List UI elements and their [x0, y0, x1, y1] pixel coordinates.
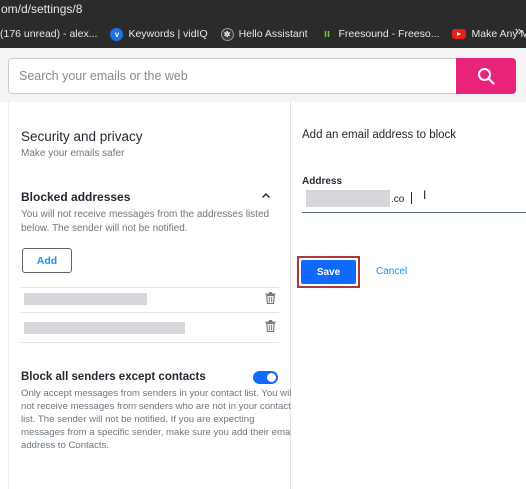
freesound-icon: ıı: [323, 28, 331, 40]
bookmarks-overflow-button[interactable]: »: [515, 23, 522, 38]
address-bar[interactable]: om/d/settings/8: [0, 0, 526, 20]
bookmarks-bar: (176 unread) - alex... v Keywords | vidI…: [0, 20, 526, 48]
chatgpt-icon: ✲: [220, 27, 234, 41]
block-all-senders-toggle[interactable]: [253, 371, 278, 384]
settings-panel: Security and privacy Make your emails sa…: [8, 102, 295, 489]
trash-icon[interactable]: [265, 292, 276, 304]
bookmark-mail[interactable]: (176 unread) - alex...: [0, 28, 97, 40]
form-title: Add an email address to block: [302, 129, 457, 141]
search-button[interactable]: [456, 58, 516, 94]
address-visible-suffix: .co: [391, 194, 405, 205]
blocked-address-redacted: [24, 293, 147, 305]
divider: [21, 312, 279, 313]
blocked-addresses-heading: Blocked addresses: [21, 190, 131, 204]
section-title: Security and privacy: [21, 129, 143, 144]
vidiq-icon: v: [110, 27, 124, 41]
address-label: Address: [302, 176, 343, 187]
youtube-icon: [452, 29, 467, 39]
block-all-senders-description: Only accept messages from senders in you…: [21, 388, 295, 451]
toggle-knob: [267, 373, 276, 382]
bookmark-label: Freesound - Freeso...: [338, 28, 440, 40]
blocked-addresses-description: You will not receive messages from the a…: [21, 209, 270, 234]
bookmark-freesound[interactable]: ıı Freesound - Freeso...: [321, 28, 440, 41]
section-subtitle: Make your emails safer: [21, 148, 125, 159]
cancel-button[interactable]: Cancel: [376, 266, 407, 277]
trash-icon[interactable]: [265, 320, 276, 332]
text-caret: [411, 192, 412, 204]
bookmark-hello-assistant[interactable]: ✲ Hello Assistant: [220, 27, 308, 41]
chevron-up-icon[interactable]: [261, 192, 271, 199]
divider: [21, 287, 279, 288]
bookmark-label: (176 unread) - alex...: [0, 28, 98, 40]
bookmark-label: Keywords | vidIQ: [128, 28, 208, 40]
search-input[interactable]: [9, 59, 456, 93]
url-text: om/d/settings/8: [1, 2, 83, 16]
bookmark-vidiq[interactable]: v Keywords | vidIQ: [110, 27, 208, 41]
mail-header: [0, 48, 526, 102]
add-button[interactable]: Add: [22, 248, 72, 273]
add-blocked-address-form: Add an email address to block Address .c…: [291, 102, 526, 489]
search-icon: [478, 68, 495, 85]
address-redacted: [306, 190, 390, 207]
block-all-senders-heading: Block all senders except contacts: [21, 371, 206, 383]
divider: [21, 342, 279, 343]
blocked-address-redacted: [24, 322, 185, 334]
save-button[interactable]: Save: [301, 260, 356, 284]
ibeam-cursor-icon: I: [423, 188, 427, 202]
bookmark-label: Hello Assistant: [238, 28, 308, 40]
search-box: [8, 58, 456, 94]
address-input[interactable]: .co I: [302, 188, 526, 213]
